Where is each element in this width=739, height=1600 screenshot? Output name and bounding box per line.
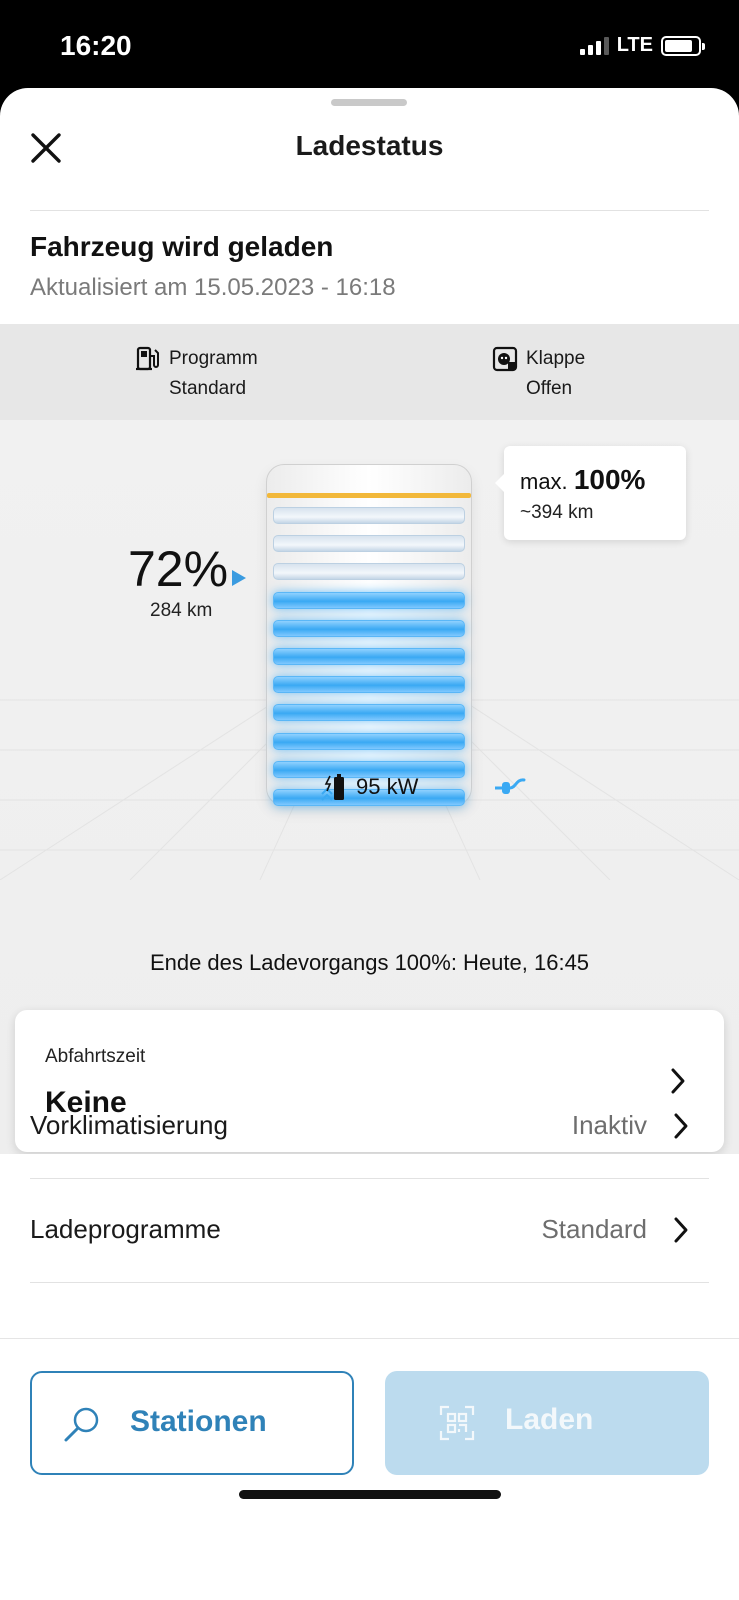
search-icon xyxy=(64,1407,99,1442)
charging-station-icon xyxy=(136,346,159,371)
charging-info-band: Programm Standard Klappe Offen xyxy=(0,324,739,420)
charge-button-label: Laden xyxy=(505,1403,594,1436)
battery-cell xyxy=(273,535,465,553)
battery-cell xyxy=(273,507,465,524)
charging-power-value: 95 kW xyxy=(356,774,419,799)
preconditioning-label: Vorklimatisierung xyxy=(30,1110,228,1140)
bottom-action-bar: Stationen Laden xyxy=(0,1338,739,1600)
list-item-charging-programs[interactable]: Ladeprogramme Standard xyxy=(30,1178,709,1282)
status-time: 16:20 xyxy=(60,30,132,61)
charging-power-icon xyxy=(321,774,344,801)
battery-cell xyxy=(273,563,465,581)
charging-status-title: Fahrzeug wird geladen xyxy=(30,231,334,262)
departure-time-label: Abfahrtszeit xyxy=(45,1046,146,1067)
charging-power: 95 kW xyxy=(320,772,418,802)
charging-flap-icon xyxy=(492,346,518,372)
status-indicators: LTE xyxy=(579,34,705,57)
charge-button[interactable]: Laden xyxy=(385,1371,709,1475)
state-of-charge-percent: 72% xyxy=(128,541,229,597)
network-label: LTE xyxy=(616,34,653,56)
battery-cell xyxy=(273,732,465,750)
stations-button[interactable]: Stationen xyxy=(30,1371,354,1475)
charging-end-time: Ende des Ladevorgangs 100%: Heute, 16:45 xyxy=(149,950,590,975)
home-indicator[interactable] xyxy=(239,1490,501,1499)
header-divider xyxy=(30,210,709,211)
charge-limit-line xyxy=(267,493,471,498)
battery-cell xyxy=(273,591,465,609)
program-value: Standard xyxy=(169,378,247,399)
battery-visualization: 72% 284 km 95 kW max. 100% ~394 km Ende … xyxy=(0,420,739,1154)
plug-connected-icon xyxy=(495,778,526,794)
max-range: ~394 km xyxy=(520,502,594,523)
battery-cell xyxy=(273,648,465,665)
status-bar: 16:20 LTE xyxy=(0,0,739,90)
list-item-preconditioning[interactable]: Vorklimatisierung Inaktiv xyxy=(30,1074,709,1178)
flap-label: Klappe xyxy=(526,348,586,369)
program-label: Programm xyxy=(169,348,258,369)
flap-info: Klappe Offen xyxy=(492,344,585,404)
flap-value: Offen xyxy=(526,378,573,399)
soc-marker-icon xyxy=(232,570,246,586)
charging-programs-value: Standard xyxy=(541,1214,647,1244)
chevron-right-icon xyxy=(674,1217,688,1243)
page-title: Ladestatus xyxy=(295,130,444,161)
stations-button-label: Stationen xyxy=(130,1405,267,1438)
charging-programs-label: Ladeprogramme xyxy=(30,1214,221,1244)
current-range: 284 km xyxy=(150,600,213,621)
battery-cell xyxy=(273,676,465,694)
last-updated-text: Aktualisiert am 15.05.2023 - 16:18 xyxy=(30,274,396,301)
battery-cell xyxy=(273,704,465,722)
preconditioning-value: Inaktiv xyxy=(571,1110,647,1140)
battery-cell xyxy=(273,619,465,637)
max-charge-tooltip: max. 100% ~394 km xyxy=(495,446,686,540)
qr-code-icon xyxy=(439,1405,475,1441)
max-charge-label: max. 100% xyxy=(520,464,646,495)
chevron-right-icon xyxy=(674,1113,688,1139)
signal-icon xyxy=(579,36,609,55)
battery-icon xyxy=(661,35,705,56)
program-info: Programm Standard xyxy=(135,344,258,404)
sheet-grabber[interactable] xyxy=(331,99,407,106)
list-divider xyxy=(30,1282,709,1283)
charging-status-sheet: Ladestatus Fahrzeug wird geladen Aktuali… xyxy=(0,88,739,1600)
